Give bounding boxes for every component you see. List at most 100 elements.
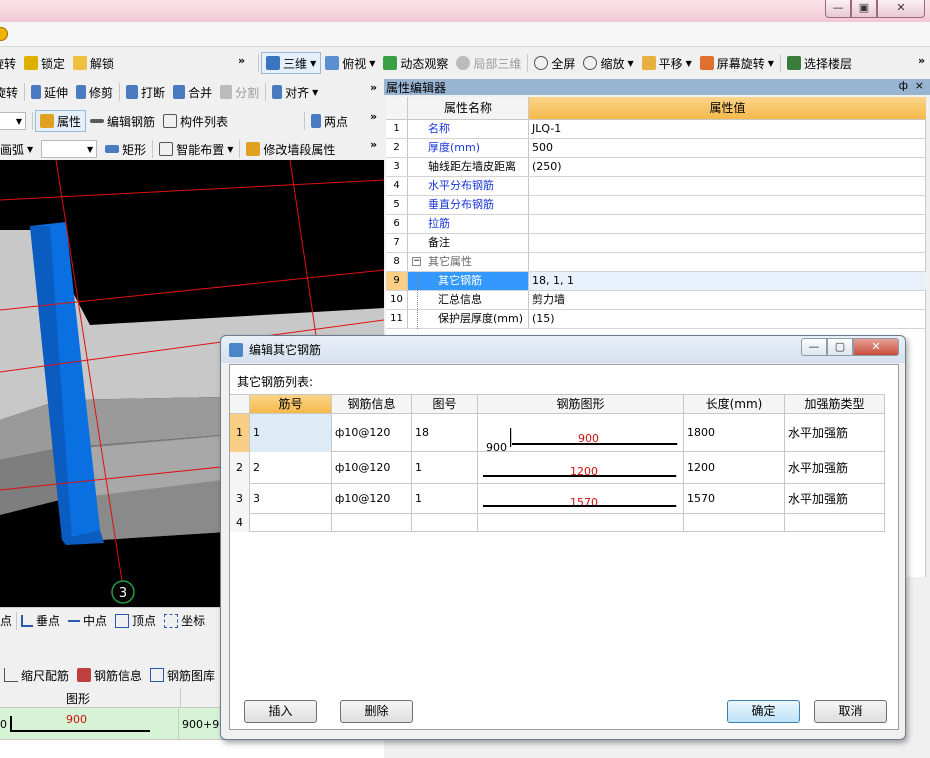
select-floor-button[interactable]: 选择楼层 — [783, 52, 856, 74]
close-button[interactable]: ✕ — [877, 0, 925, 18]
bar-no-cell[interactable]: 1 — [250, 414, 332, 452]
snap-perpendicular[interactable]: 垂点 — [17, 612, 64, 629]
scale-rebar-button[interactable]: 缩尺配筋 — [0, 667, 73, 684]
toolbar-overflow-chevron[interactable]: » — [238, 54, 245, 67]
extend-button[interactable]: 延伸 — [27, 81, 72, 103]
figure-no-cell[interactable]: 18 — [412, 414, 478, 452]
trim-button[interactable]: 修剪 — [72, 81, 117, 103]
rebar-library-button[interactable]: 钢筋图库 — [146, 667, 219, 684]
property-value[interactable] — [529, 215, 926, 233]
pan-button[interactable]: 平移 ▼ — [638, 52, 696, 74]
rebar-info-cell[interactable]: ф10@120 — [332, 452, 412, 484]
property-row[interactable]: 5 垂直分布钢筋 — [386, 196, 926, 215]
shape-cell[interactable] — [478, 514, 684, 532]
top-view-button[interactable]: 俯视 ▼ — [321, 52, 379, 74]
local-3d-button[interactable]: 局部三维 — [452, 52, 525, 74]
split-button[interactable]: 分割 — [216, 81, 263, 103]
app-icon[interactable] — [0, 27, 8, 41]
close-icon[interactable]: × — [915, 79, 924, 92]
dialog-maximize-button[interactable]: ▢ — [827, 338, 853, 356]
property-row[interactable]: 8 其它属性 — [386, 253, 926, 272]
toolbar-overflow-chevron[interactable]: » — [370, 81, 377, 94]
dialog-close-button[interactable]: ✕ — [853, 338, 899, 356]
ok-button[interactable]: 确定 — [727, 700, 800, 723]
collapse-toggle-icon[interactable]: − — [412, 257, 421, 266]
rebar-info-cell[interactable]: ф10@120 — [332, 484, 412, 514]
reinforce-type-cell[interactable]: 水平加强筋 — [785, 452, 885, 484]
snap-point[interactable]: 点 — [0, 612, 16, 629]
component-list-button[interactable]: 构件列表 — [159, 110, 232, 132]
length-cell[interactable]: 1800 — [684, 414, 785, 452]
screen-rotate-button[interactable]: 屏幕旋转 ▼ — [696, 52, 778, 74]
property-row[interactable]: 6 拉筋 — [386, 215, 926, 234]
rebar-row[interactable]: 1 1 ф10@120 18 900 900 1800 水平加强筋 — [230, 414, 885, 454]
property-row[interactable]: 11 保护层厚度(mm) (15) — [386, 310, 926, 329]
reinforce-type-cell[interactable]: 水平加强筋 — [785, 414, 885, 452]
modify-wall-button[interactable]: 修改墙段属性 — [242, 138, 339, 160]
length-cell[interactable] — [684, 514, 785, 532]
shape-cell[interactable]: 1570 — [478, 484, 684, 514]
fullscreen-button[interactable]: 全屏 — [530, 52, 579, 74]
arc-mode-select[interactable]: ▼ — [41, 140, 98, 158]
reinforce-type-cell[interactable] — [785, 514, 885, 532]
property-value[interactable] — [529, 253, 926, 271]
property-row[interactable]: 4 水平分布钢筋 — [386, 177, 926, 196]
property-row[interactable]: 3 轴线距左墙皮距离 (250) — [386, 158, 926, 177]
edit-rebar-button[interactable]: 编辑钢筋 — [86, 110, 159, 132]
cancel-button[interactable]: 取消 — [814, 700, 887, 723]
rebar-row[interactable]: 2 2 ф10@120 1 1200 1200 水平加强筋 — [230, 452, 885, 484]
pin-icon[interactable]: ф — [899, 79, 908, 92]
property-value[interactable]: (15) — [529, 310, 926, 328]
figure-no-cell[interactable] — [412, 514, 478, 532]
two-point-button[interactable]: 两点 — [307, 110, 352, 132]
zoom-button[interactable]: 缩放 ▼ — [579, 52, 637, 74]
reinforce-type-cell[interactable]: 水平加强筋 — [785, 484, 885, 514]
smart-layout-button[interactable]: 智能布置 ▼ — [155, 138, 237, 160]
view3d-button[interactable]: 三维 ▼ — [261, 52, 322, 74]
property-row[interactable]: 10 汇总信息 剪力墙 — [386, 291, 926, 310]
property-value[interactable] — [529, 234, 926, 252]
maximize-button[interactable]: ▣ — [851, 0, 877, 18]
property-value[interactable] — [529, 177, 926, 195]
rebar-info-cell[interactable]: ф10@120 — [332, 414, 412, 452]
property-button[interactable]: 属性 — [35, 110, 87, 132]
dialog-minimize-button[interactable]: — — [801, 338, 827, 356]
merge-button[interactable]: 合并 — [169, 81, 216, 103]
snap-coordinate[interactable]: 坐标 — [160, 612, 209, 629]
break-button[interactable]: 打断 — [122, 81, 169, 103]
property-value[interactable] — [529, 196, 926, 214]
rebar-info-button[interactable]: 钢筋信息 — [73, 667, 146, 684]
property-row[interactable]: 2 厚度(mm) 500 — [386, 139, 926, 158]
length-cell[interactable]: 1200 — [684, 452, 785, 484]
rebar-row[interactable]: 3 3 ф10@120 1 1570 1570 水平加强筋 — [230, 484, 885, 514]
draw-arc-button[interactable]: 画弧 ▼ — [0, 138, 37, 160]
rotate-button[interactable]: 旋转 — [0, 52, 20, 74]
shape-cell[interactable]: 1200 — [478, 452, 684, 484]
shape-cell[interactable]: 900 900 — [478, 414, 684, 454]
insert-button[interactable]: 插入 — [244, 700, 317, 723]
unlock-button[interactable]: 解锁 — [69, 52, 118, 74]
rotate2-button[interactable]: 旋转 — [0, 81, 22, 103]
lock-button[interactable]: 锁定 — [20, 52, 69, 74]
minimize-button[interactable]: — — [825, 0, 851, 18]
toolbar-overflow-chevron[interactable]: » — [370, 110, 377, 123]
align-button[interactable]: 对齐 ▼ — [268, 81, 322, 103]
property-row[interactable]: 1 名称 JLQ-1 — [386, 120, 926, 139]
property-value[interactable]: (250) — [529, 158, 926, 176]
toolbar-overflow-chevron[interactable]: » — [370, 138, 377, 151]
property-value[interactable]: 18, 1, 1 — [529, 272, 926, 290]
bar-no-cell[interactable]: 2 — [250, 452, 332, 484]
figure-no-cell[interactable]: 1 — [412, 452, 478, 484]
floor-select[interactable]: ▼ — [0, 112, 26, 130]
toolbar-overflow-chevron[interactable]: » — [918, 54, 925, 67]
property-value[interactable]: 500 — [529, 139, 926, 157]
bar-no-cell[interactable]: 3 — [250, 484, 332, 514]
property-row[interactable]: 9 其它钢筋 18, 1, 1 — [386, 272, 926, 291]
bar-no-cell[interactable] — [250, 514, 332, 532]
delete-button[interactable]: 删除 — [340, 700, 413, 723]
figure-no-cell[interactable]: 1 — [412, 484, 478, 514]
property-value[interactable]: JLQ-1 — [529, 120, 926, 138]
rebar-info-cell[interactable] — [332, 514, 412, 532]
property-value[interactable]: 剪力墙 — [529, 291, 926, 309]
length-cell[interactable]: 1570 — [684, 484, 785, 514]
